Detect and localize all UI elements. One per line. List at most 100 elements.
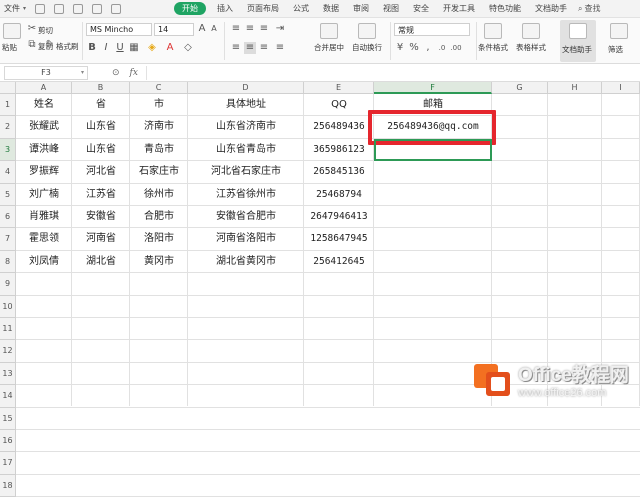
- paste-button[interactable]: 粘贴: [2, 42, 17, 53]
- wrap-text-icon[interactable]: [358, 23, 376, 39]
- align-middle-icon[interactable]: ≡: [244, 23, 256, 35]
- column-header-g[interactable]: G: [492, 82, 548, 94]
- undo-icon[interactable]: [92, 3, 103, 14]
- table-cell[interactable]: 洛阳市: [130, 228, 188, 250]
- row-header-6[interactable]: 6: [0, 206, 16, 229]
- conditional-format-button[interactable]: 条件格式: [478, 42, 508, 53]
- table-cell[interactable]: 济南市: [130, 116, 188, 138]
- column-header-f[interactable]: F: [374, 82, 492, 94]
- tab-7[interactable]: 安全: [406, 0, 436, 18]
- table-cell[interactable]: 山东省: [72, 139, 130, 161]
- row-header-13[interactable]: 13: [0, 362, 16, 386]
- font-color-icon[interactable]: A: [164, 42, 176, 54]
- align-top-icon[interactable]: ≡: [230, 23, 242, 35]
- table-style-button[interactable]: 表格样式: [516, 42, 546, 53]
- row-header-9[interactable]: 9: [0, 273, 16, 296]
- table-cell[interactable]: 256489436: [304, 116, 374, 138]
- table-cell[interactable]: 张耀武: [16, 116, 72, 138]
- table-cell[interactable]: 江苏省徐州市: [188, 184, 304, 206]
- name-box[interactable]: F3 ▾: [4, 65, 88, 80]
- number-format-select[interactable]: 常规: [394, 23, 470, 36]
- table-cell[interactable]: 具体地址: [188, 94, 304, 116]
- table-cell[interactable]: 河北省石家庄市: [188, 161, 304, 183]
- border-icon[interactable]: ▦: [128, 42, 140, 54]
- table-cell[interactable]: 河南省洛阳市: [188, 228, 304, 250]
- percent-icon[interactable]: %: [408, 42, 420, 54]
- select-all-corner[interactable]: [0, 82, 16, 94]
- row-header-15[interactable]: 15: [0, 407, 16, 430]
- font-name-select[interactable]: MS Mincho: [86, 23, 152, 36]
- table-cell[interactable]: 徐州市: [130, 184, 188, 206]
- column-header-e[interactable]: E: [304, 82, 374, 94]
- print-icon[interactable]: [54, 3, 65, 14]
- thousands-icon[interactable]: ,: [422, 42, 434, 54]
- doc-assistant-button[interactable]: 文档助手: [562, 44, 592, 55]
- row-header-10[interactable]: 10: [0, 295, 16, 318]
- column-header-i[interactable]: I: [602, 82, 640, 94]
- row-header-16[interactable]: 16: [0, 430, 16, 453]
- table-cell[interactable]: 合肥市: [130, 206, 188, 228]
- table-cell[interactable]: 25468794: [304, 184, 374, 206]
- column-header-d[interactable]: D: [188, 82, 304, 94]
- tab-8[interactable]: 开发工具: [436, 0, 482, 18]
- row-header-3[interactable]: 3: [0, 138, 16, 162]
- doc-assistant-icon[interactable]: [569, 23, 587, 39]
- filter-icon[interactable]: [610, 23, 628, 39]
- table-cell[interactable]: 山东省青岛市: [188, 139, 304, 161]
- tab-6[interactable]: 视图: [376, 0, 406, 18]
- format-painter-button[interactable]: 格式刷: [56, 41, 79, 52]
- filter-button[interactable]: 筛选: [608, 44, 623, 55]
- fx-icon[interactable]: fx: [130, 68, 138, 78]
- table-cell[interactable]: 刘凤倩: [16, 251, 72, 273]
- table-cell[interactable]: 河南省: [72, 228, 130, 250]
- row-header-17[interactable]: 17: [0, 452, 16, 475]
- table-cell[interactable]: 山东省济南市: [188, 116, 304, 138]
- table-cell[interactable]: 江苏省: [72, 184, 130, 206]
- tab-9[interactable]: 特色功能: [482, 0, 528, 18]
- table-cell[interactable]: 谭洪峰: [16, 139, 72, 161]
- column-header-b[interactable]: B: [72, 82, 130, 94]
- table-cell[interactable]: 石家庄市: [130, 161, 188, 183]
- bold-icon[interactable]: B: [86, 42, 98, 54]
- formula-input[interactable]: [145, 65, 636, 80]
- table-cell[interactable]: 湖北省黄冈市: [188, 251, 304, 273]
- align-center-icon[interactable]: ≡: [244, 42, 256, 54]
- row-header-18[interactable]: 18: [0, 474, 16, 497]
- currency-icon[interactable]: ¥: [394, 42, 406, 54]
- fill-color-icon[interactable]: ◈: [146, 42, 158, 54]
- increase-decimal-icon[interactable]: .0: [436, 42, 448, 54]
- clear-format-icon[interactable]: ◇: [182, 42, 194, 54]
- column-header-a[interactable]: A: [16, 82, 72, 94]
- italic-icon[interactable]: I: [100, 42, 112, 54]
- table-cell[interactable]: 省: [72, 94, 130, 116]
- merge-center-button[interactable]: 合并居中: [314, 42, 344, 53]
- wrap-text-button[interactable]: 自动换行: [352, 42, 382, 53]
- table-cell[interactable]: 姓名: [16, 94, 72, 116]
- table-cell[interactable]: 黄冈市: [130, 251, 188, 273]
- row-header-5[interactable]: 5: [0, 183, 16, 206]
- table-cell[interactable]: 河北省: [72, 161, 130, 183]
- table-cell[interactable]: 罗振辉: [16, 161, 72, 183]
- row-header-12[interactable]: 12: [0, 340, 16, 363]
- row-header-8[interactable]: 8: [0, 250, 16, 274]
- table-cell[interactable]: 安徽省: [72, 206, 130, 228]
- table-cell[interactable]: QQ: [304, 94, 374, 116]
- row-header-4[interactable]: 4: [0, 161, 16, 184]
- search-box[interactable]: ⌕ 查找: [578, 3, 600, 14]
- justify-icon[interactable]: ≡: [274, 42, 286, 54]
- table-cell[interactable]: 2647946413: [304, 206, 374, 228]
- table-cell[interactable]: 256412645: [304, 251, 374, 273]
- paste-icon[interactable]: [3, 23, 21, 39]
- table-cell[interactable]: 市: [130, 94, 188, 116]
- underline-icon[interactable]: U: [114, 42, 126, 54]
- table-cell[interactable]: 霍思领: [16, 228, 72, 250]
- active-cell-f3[interactable]: [374, 138, 492, 162]
- file-menu[interactable]: 文件: [4, 3, 20, 14]
- tab-1[interactable]: 插入: [210, 0, 240, 18]
- table-cell[interactable]: 安徽省合肥市: [188, 206, 304, 228]
- redo-icon[interactable]: [111, 3, 122, 14]
- table-cell[interactable]: 青岛市: [130, 139, 188, 161]
- align-bottom-icon[interactable]: ≡: [258, 23, 270, 35]
- row-header-14[interactable]: 14: [0, 385, 16, 408]
- row-header-1[interactable]: 1: [0, 94, 16, 117]
